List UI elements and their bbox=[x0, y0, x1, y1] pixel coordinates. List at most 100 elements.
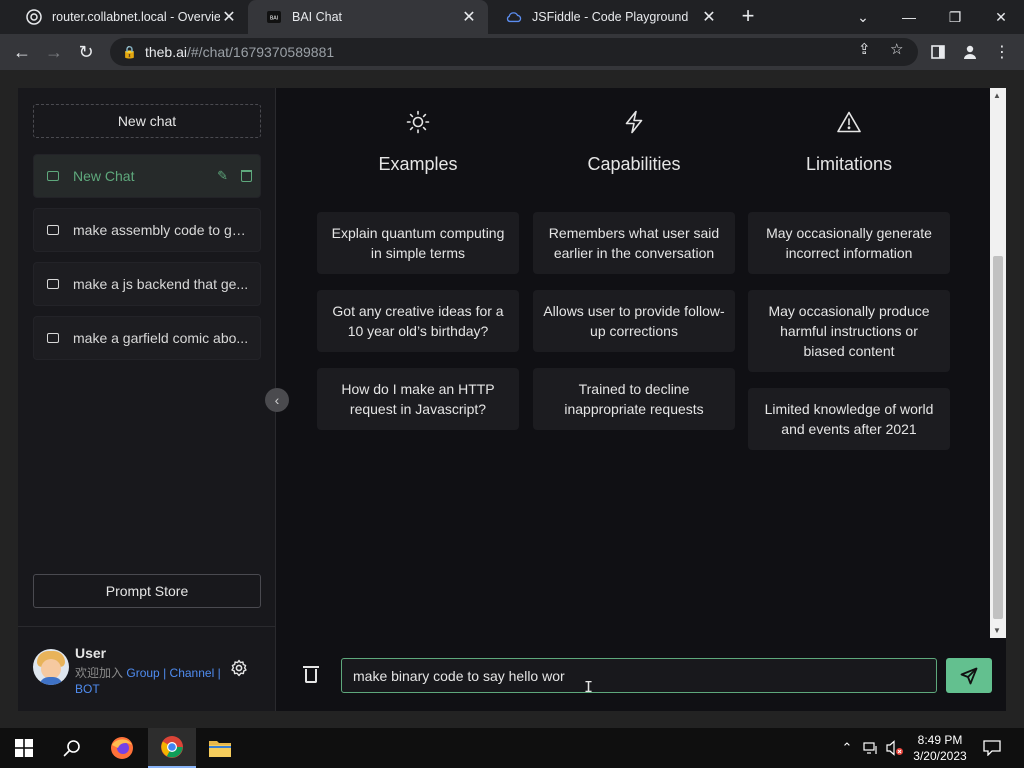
reload-button[interactable]: ↻ bbox=[74, 40, 98, 64]
chat-bubble-icon bbox=[47, 279, 59, 289]
bai-logo-icon: BAI bbox=[266, 9, 282, 25]
svg-text:BAI: BAI bbox=[270, 16, 278, 22]
send-button[interactable] bbox=[946, 658, 992, 693]
chat-bubble-icon bbox=[47, 333, 59, 343]
chat-list-item[interactable]: make a js backend that ge... bbox=[33, 262, 261, 306]
chat-bubble-icon bbox=[47, 225, 59, 235]
collapse-sidebar-button[interactable]: ‹ bbox=[265, 388, 289, 412]
warning-icon bbox=[748, 108, 950, 136]
menu-kebab-icon[interactable]: ⋮ bbox=[990, 40, 1014, 64]
tab-router[interactable]: router.collabnet.local - Overview ✕ bbox=[8, 0, 248, 34]
url-path: /#/chat/1679370589881 bbox=[187, 44, 335, 60]
sidebar: New chat New Chat ✎ make assembly code t… bbox=[18, 88, 276, 711]
separator: | bbox=[217, 666, 221, 680]
show-hidden-icons-chevron-icon[interactable]: ⌃ bbox=[838, 728, 856, 768]
globe-icon bbox=[26, 9, 42, 25]
chat-item-label: make assembly code to ge... bbox=[73, 222, 249, 238]
clear-chat-trash-icon[interactable] bbox=[303, 666, 319, 683]
address-bar[interactable]: 🔒 theb.ai /#/chat/1679370589881 bbox=[110, 38, 918, 66]
limitations-column: Limitations May occasionally generate in… bbox=[748, 108, 950, 450]
volume-muted-icon[interactable] bbox=[884, 728, 906, 768]
lock-icon: 🔒 bbox=[122, 45, 137, 59]
network-icon[interactable] bbox=[860, 728, 882, 768]
capability-card: Remembers what user said earlier in the … bbox=[533, 212, 735, 274]
message-input[interactable] bbox=[341, 658, 937, 693]
clock-time: 8:49 PM bbox=[917, 733, 963, 747]
prompt-store-button[interactable]: Prompt Store bbox=[33, 574, 261, 608]
edit-icon[interactable]: ✎ bbox=[217, 168, 228, 184]
group-link[interactable]: Group bbox=[126, 666, 159, 680]
tab-title: JSFiddle - Code Playground bbox=[532, 10, 689, 24]
share-icon[interactable]: ⇪ bbox=[858, 40, 871, 58]
limitation-card: May occasionally produce harmful instruc… bbox=[748, 290, 950, 372]
bot-link[interactable]: BOT bbox=[75, 682, 100, 696]
limitation-card: Limited knowledge of world and events af… bbox=[748, 388, 950, 450]
close-window-button[interactable]: ✕ bbox=[978, 0, 1024, 34]
bookmark-star-icon[interactable]: ☆ bbox=[890, 40, 903, 58]
search-icon[interactable] bbox=[48, 728, 96, 768]
chat-app: New chat New Chat ✎ make assembly code t… bbox=[18, 88, 1006, 711]
user-name: User bbox=[75, 645, 107, 661]
profile-icon[interactable] bbox=[958, 40, 982, 64]
avatar[interactable] bbox=[33, 649, 69, 685]
browser-tab-strip: router.collabnet.local - Overview ✕ BAI … bbox=[0, 0, 1024, 34]
channel-link[interactable]: Channel bbox=[170, 666, 215, 680]
scroll-down-arrow-icon[interactable]: ▼ bbox=[993, 626, 1001, 635]
chat-item-label: make a garfield comic abo... bbox=[73, 330, 249, 346]
chrome-icon[interactable] bbox=[148, 728, 196, 768]
capability-card: Trained to decline inappropriate request… bbox=[533, 368, 735, 430]
settings-gear-icon[interactable] bbox=[230, 659, 248, 682]
text-cursor-icon: I bbox=[584, 678, 594, 696]
sun-icon bbox=[317, 108, 519, 136]
examples-column: Examples Explain quantum computing in si… bbox=[317, 108, 519, 430]
chat-bubble-icon bbox=[47, 171, 59, 181]
close-icon[interactable]: ✕ bbox=[220, 7, 238, 27]
browser-toolbar: ← → ↻ 🔒 theb.ai /#/chat/1679370589881 ⇪ … bbox=[0, 34, 1024, 70]
column-title: Examples bbox=[378, 154, 458, 174]
example-card[interactable]: Explain quantum computing in simple term… bbox=[317, 212, 519, 274]
chat-list-item[interactable]: New Chat ✎ bbox=[33, 154, 261, 198]
windows-start-icon[interactable] bbox=[0, 728, 48, 768]
column-title: Capabilities bbox=[587, 154, 681, 174]
column-title: Limitations bbox=[805, 154, 893, 174]
delete-icon[interactable] bbox=[241, 170, 252, 182]
system-clock[interactable]: 8:49 PM 3/20/2023 bbox=[908, 732, 972, 764]
tab-title: BAI Chat bbox=[292, 10, 343, 24]
restore-button[interactable]: ❐ bbox=[932, 0, 978, 34]
scroll-up-arrow-icon[interactable]: ▲ bbox=[993, 91, 1001, 100]
example-card[interactable]: How do I make an HTTP request in Javascr… bbox=[317, 368, 519, 430]
separator: | bbox=[163, 666, 167, 680]
page-viewport: New chat New Chat ✎ make assembly code t… bbox=[0, 70, 1024, 728]
tab-bai-chat[interactable]: BAI BAI Chat ✕ bbox=[248, 0, 488, 34]
cloud-icon bbox=[506, 9, 522, 25]
close-icon[interactable]: ✕ bbox=[700, 7, 718, 27]
firefox-icon[interactable] bbox=[98, 728, 146, 768]
new-chat-button[interactable]: New chat bbox=[33, 104, 261, 138]
notifications-icon[interactable] bbox=[978, 728, 1006, 768]
composer bbox=[276, 638, 1006, 711]
minimize-button[interactable]: — bbox=[886, 0, 932, 34]
limitation-card: May occasionally generate incorrect info… bbox=[748, 212, 950, 274]
user-panel: User 欢迎加入 Group | Channel | BOT bbox=[18, 626, 276, 711]
scrollbar-thumb[interactable] bbox=[993, 256, 1003, 619]
chat-list-item[interactable]: make assembly code to ge... bbox=[33, 208, 261, 252]
new-tab-button[interactable]: + bbox=[736, 5, 760, 29]
tab-jsfiddle[interactable]: JSFiddle - Code Playground ✕ bbox=[488, 0, 728, 34]
back-button[interactable]: ← bbox=[10, 40, 34, 64]
url-host: theb.ai bbox=[144, 44, 187, 60]
send-icon bbox=[960, 667, 978, 684]
tab-search-icon[interactable]: ⌄ bbox=[840, 0, 886, 34]
chat-list-item[interactable]: make a garfield comic abo... bbox=[33, 316, 261, 360]
tab-title: router.collabnet.local - Overview bbox=[52, 10, 220, 24]
example-card[interactable]: Got any creative ideas for a 10 year old… bbox=[317, 290, 519, 352]
side-panel-icon[interactable] bbox=[926, 40, 950, 64]
forward-button[interactable]: → bbox=[42, 40, 66, 64]
capability-card: Allows user to provide follow-up correct… bbox=[533, 290, 735, 352]
chat-item-label: make a js backend that ge... bbox=[73, 276, 249, 292]
clock-date: 3/20/2023 bbox=[913, 749, 967, 763]
file-explorer-icon[interactable] bbox=[196, 728, 244, 768]
user-community-links: 欢迎加入 Group | Channel | BOT bbox=[75, 665, 235, 697]
windows-taskbar: ⌃ 8:49 PM 3/20/2023 bbox=[0, 728, 1024, 768]
lightning-icon bbox=[533, 108, 735, 136]
close-icon[interactable]: ✕ bbox=[460, 7, 478, 27]
